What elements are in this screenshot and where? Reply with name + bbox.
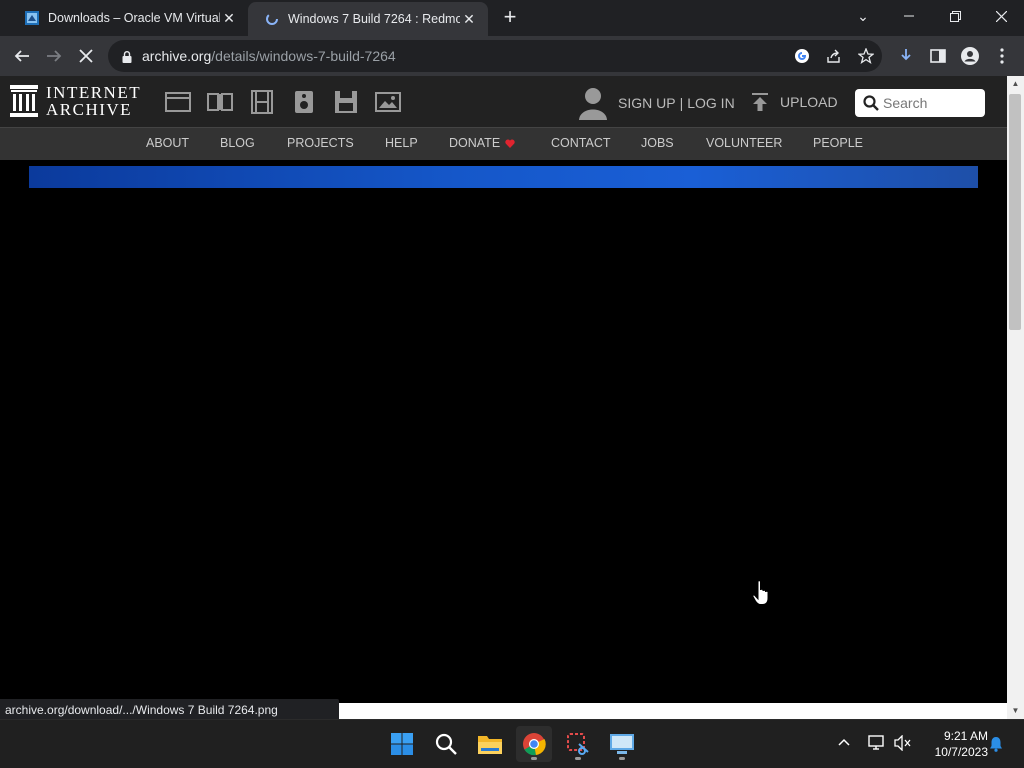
close-window-button[interactable]: [978, 0, 1024, 32]
ia-nav-bar: ABOUT BLOG PROJECTS HELP DONATE CONTACT …: [0, 127, 1007, 160]
tab-downloads[interactable]: Downloads – Oracle VM VirtualBox ✕: [8, 0, 248, 36]
scrollbar-thumb[interactable]: [1009, 94, 1021, 330]
start-icon[interactable]: [384, 726, 420, 762]
logo-line-2: ARCHIVE: [46, 100, 133, 119]
upload-icon: [752, 93, 768, 111]
restore-button[interactable]: [932, 0, 978, 32]
nav-volunteer[interactable]: VOLUNTEER: [706, 136, 782, 150]
bookmark-star-icon[interactable]: [852, 42, 880, 70]
hand-pointer-cursor-icon: [752, 580, 769, 605]
nav-projects[interactable]: PROJECTS: [287, 136, 354, 150]
nav-jobs[interactable]: JOBS: [641, 136, 674, 150]
volume-muted-icon[interactable]: [894, 734, 912, 754]
running-indicator: [575, 757, 581, 760]
tab-search-chevron-down-icon[interactable]: ⌄: [840, 0, 886, 32]
archive-building-icon: [10, 85, 38, 117]
heart-icon: [505, 139, 515, 148]
address-bar[interactable]: archive.org/details/windows-7-build-7264: [108, 40, 882, 72]
search-icon[interactable]: [428, 726, 464, 762]
search-box[interactable]: [855, 89, 985, 117]
ia-header: INTERNET ARCHIVE SIGN UP | LOG IN UPLOAD: [0, 76, 1007, 127]
url-host: archive.org: [142, 48, 212, 64]
images-icon[interactable]: [375, 90, 401, 114]
url-text: archive.org/details/windows-7-build-7264: [142, 48, 396, 64]
nav-donate[interactable]: DONATE: [449, 136, 515, 150]
tab-title: Downloads – Oracle VM VirtualBox: [48, 11, 220, 25]
search-input[interactable]: [883, 95, 979, 111]
nav-about[interactable]: ABOUT: [146, 136, 189, 150]
audio-icon[interactable]: [291, 90, 317, 114]
system-clock[interactable]: 9:21 AM 10/7/2023: [918, 728, 988, 760]
nav-blog[interactable]: BLOG: [220, 136, 255, 150]
stop-loading-button[interactable]: [72, 42, 100, 70]
virtualbox-favicon-icon: [24, 10, 40, 26]
page-content: [0, 160, 1007, 704]
web-icon[interactable]: [165, 90, 191, 114]
upload-label: UPLOAD: [780, 94, 838, 110]
nav-contact[interactable]: CONTACT: [551, 136, 611, 150]
auth-separator: |: [679, 95, 684, 111]
loading-favicon-icon: [264, 11, 280, 27]
texts-icon[interactable]: [207, 90, 233, 114]
forward-button[interactable]: [40, 42, 68, 70]
close-tab-icon[interactable]: ✕: [460, 10, 478, 28]
side-panel-icon[interactable]: [924, 42, 952, 70]
browser-toolbar: archive.org/details/windows-7-build-7264: [0, 36, 1024, 76]
video-icon[interactable]: [249, 90, 275, 114]
new-tab-button[interactable]: +: [498, 6, 522, 30]
browser-tab-strip: Downloads – Oracle VM VirtualBox ✕ Windo…: [0, 0, 1024, 36]
login-link[interactable]: LOG IN: [687, 95, 734, 111]
nav-help[interactable]: HELP: [385, 136, 418, 150]
running-indicator: [531, 757, 537, 760]
google-lens-icon[interactable]: [788, 42, 816, 70]
search-icon: [863, 95, 879, 111]
link-status-bubble: archive.org/download/.../Windows 7 Build…: [0, 699, 339, 719]
clock-date: 10/7/2023: [934, 745, 988, 759]
menu-kebab-icon[interactable]: [988, 42, 1016, 70]
close-tab-icon[interactable]: ✕: [220, 9, 238, 27]
share-icon[interactable]: [820, 42, 848, 70]
user-icon: [579, 88, 607, 120]
snipping-tool-icon[interactable]: [560, 726, 596, 762]
logo-line-1: INTERNET: [46, 83, 142, 102]
software-icon[interactable]: [333, 90, 359, 114]
tray-overflow-chevron-up-icon[interactable]: [838, 734, 850, 749]
scroll-down-arrow-icon[interactable]: ▼: [1007, 703, 1024, 719]
back-button[interactable]: [8, 42, 36, 70]
download-icon[interactable]: [892, 42, 920, 70]
auth-links: SIGN UP | LOG IN: [578, 86, 735, 120]
chrome-icon[interactable]: [516, 726, 552, 762]
nav-donate-label: DONATE: [449, 136, 501, 150]
minimize-button[interactable]: [886, 0, 932, 32]
vertical-scrollbar[interactable]: ▲ ▼: [1007, 76, 1024, 719]
nav-people[interactable]: PEOPLE: [813, 136, 863, 150]
item-header-banner: [29, 166, 978, 188]
upload-button[interactable]: UPLOAD: [750, 92, 838, 112]
scroll-up-arrow-icon[interactable]: ▲: [1007, 76, 1024, 92]
screen: { "browser": { "tabs": [ {"title": "Down…: [0, 0, 1024, 768]
running-indicator: [619, 757, 625, 760]
network-icon[interactable]: [868, 735, 886, 754]
tab-title: Windows 7 Build 7264 : Redmond: [288, 12, 460, 26]
file-explorer-icon[interactable]: [472, 726, 508, 762]
clock-time: 9:21 AM: [943, 729, 988, 743]
windows-taskbar: 9:21 AM 10/7/2023: [0, 719, 1024, 768]
ia-logo[interactable]: INTERNET ARCHIVE: [10, 84, 141, 118]
tab-windows-7-build[interactable]: Windows 7 Build 7264 : Redmond ✕: [248, 2, 488, 36]
notifications-bell-icon[interactable]: [988, 736, 1004, 755]
url-path: /details/windows-7-build-7264: [211, 48, 396, 64]
logo-text: INTERNET ARCHIVE: [46, 84, 141, 118]
signup-link[interactable]: SIGN UP: [618, 95, 676, 111]
virtualbox-icon[interactable]: [604, 726, 640, 762]
profile-avatar-icon[interactable]: [956, 42, 984, 70]
lock-icon: [122, 50, 132, 63]
